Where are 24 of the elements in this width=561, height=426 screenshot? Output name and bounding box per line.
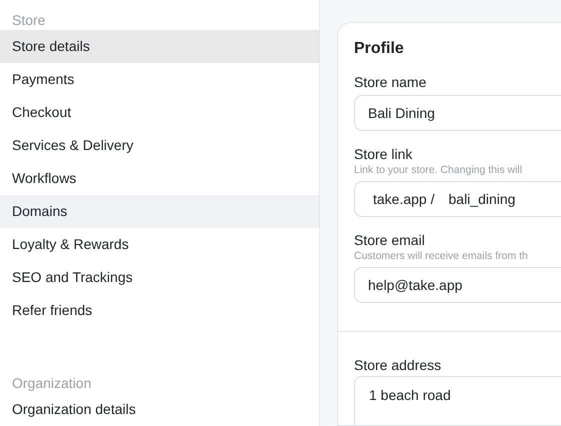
field-hint: Customers will receive emails from th (354, 249, 529, 263)
field-label: Store link (354, 145, 414, 163)
sidebar-item[interactable]: SEO and Trackings (0, 261, 319, 294)
field-label: Store name (354, 73, 428, 91)
field-label: Store email (354, 231, 426, 249)
url-field[interactable]: bali_dining (448, 181, 561, 217)
card-title: Profile (354, 39, 405, 59)
sidebar-item[interactable]: Organization details (0, 393, 319, 426)
sidebar-item[interactable]: Domains (0, 195, 319, 228)
sidebar-item[interactable]: Refer friends (0, 294, 319, 327)
sidebar-item[interactable]: Payments (0, 63, 319, 96)
address-field[interactable]: 1 beach road (354, 376, 561, 425)
text-field[interactable]: Bali Dining (354, 95, 561, 131)
sidebar-item[interactable]: Services & Delivery (0, 129, 319, 162)
section-heading: Organization (11, 374, 92, 393)
sidebar-item[interactable]: Store details (0, 30, 319, 63)
sidebar-item[interactable]: Checkout (0, 96, 319, 129)
section-heading: Store (11, 11, 46, 30)
sidebar-item[interactable]: Workflows (0, 162, 319, 195)
url-prefix: take.app / (354, 181, 448, 217)
sidebar-item[interactable]: Loyalty & Rewards (0, 228, 319, 261)
email-field[interactable]: help@take.app (354, 267, 561, 303)
field-label: Store address (354, 356, 442, 374)
field-hint: Link to your store. Changing this will (354, 163, 524, 177)
